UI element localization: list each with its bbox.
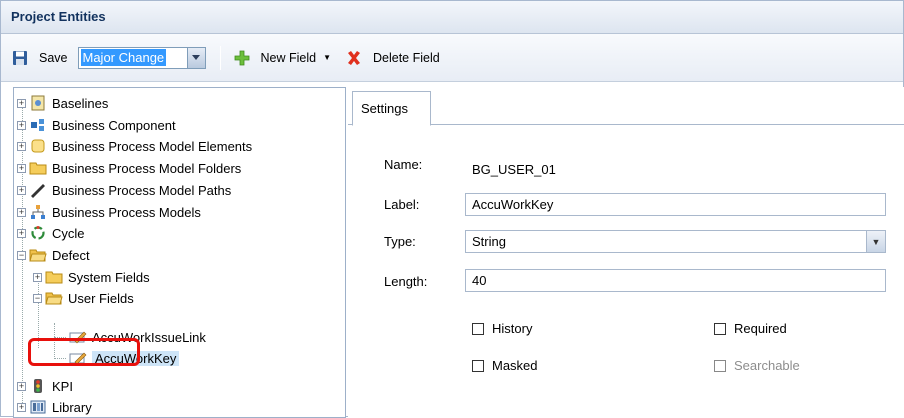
bpm-elements-icon [31,139,45,153]
tree-item-label: Business Process Models [52,204,201,220]
type-value: String [472,234,506,249]
settings-panel: Settings Name: BG_USER_01 Label: AccuWor… [348,87,904,418]
folder-open-icon [45,292,63,305]
expand-icon[interactable]: + [17,163,26,173]
tree-item-label: System Fields [68,269,150,285]
tree-item-system-fields[interactable]: + System Fields [33,267,150,287]
tree-item-bpm-elements[interactable]: + Business Process Model Elements [17,136,252,156]
searchable-checkbox: Searchable [714,358,800,373]
window-title: Project Entities [1,1,903,34]
tree-item-bpm-folders[interactable]: + Business Process Model Folders [17,158,241,178]
delete-field-label: Delete Field [373,50,440,65]
tree-item-label: Business Component [52,117,176,133]
checkbox-box [472,322,484,335]
tab-settings[interactable]: Settings [352,91,431,126]
toolbar: Save Major Change New Field ▼ Delete Fie… [1,34,903,82]
library-icon [30,400,46,414]
length-field[interactable]: 40 [465,269,886,292]
masked-label: Masked [492,358,538,373]
expand-icon[interactable]: + [17,185,26,195]
tree-item-label: Business Process Model Paths [52,182,232,198]
checkbox-box [714,359,726,372]
tree-item-bpm-paths[interactable]: + Business Process Model Paths [17,180,231,200]
kpi-icon [34,379,42,393]
expand-icon[interactable]: + [33,272,42,282]
type-select[interactable]: String ▼ [465,230,886,253]
expand-icon[interactable]: + [17,98,26,108]
new-field-label: New Field [260,50,317,65]
required-checkbox[interactable]: Required [714,321,787,336]
tree-item-bpm-models[interactable]: + Business Process Models [17,202,201,222]
delete-icon [348,50,360,65]
bpm-paths-icon [31,184,45,198]
tree-item-defect[interactable]: − Defect [17,245,90,265]
tree-item-business-component[interactable]: + Business Component [17,115,176,135]
tree-item-label: Defect [52,247,90,263]
history-label: History [492,321,533,336]
folder-icon [45,271,63,284]
delete-field-button[interactable]: Delete Field [345,50,440,66]
project-entities-window: Project Entities Save Major Change New F… [0,0,904,418]
bpm-models-icon [31,205,45,219]
save-label: Save [39,50,68,65]
searchable-label: Searchable [734,358,800,373]
checkbox-box [472,359,484,372]
tree-item-baselines[interactable]: + Baselines [17,93,108,113]
dropdown-caret-icon: ▼ [323,53,331,62]
entity-tree[interactable]: + Baselines + Business Component + Busin… [13,87,346,418]
tree-item-label: Business Process Model Elements [52,138,253,154]
tree-item-label: Baselines [52,95,109,111]
tree-item-cycle[interactable]: + Cycle [17,223,85,243]
tree-item-label: Cycle [52,225,85,241]
expand-icon[interactable]: + [17,402,26,412]
tree-item-label: KPI [52,378,73,394]
collapse-icon[interactable]: − [33,293,42,303]
tree-item-library[interactable]: + Library [17,397,92,417]
label-field[interactable]: AccuWorkKey [465,193,886,216]
business-component-icon [31,119,44,131]
collapse-icon[interactable]: − [17,250,26,260]
tree-item-label: Business Process Model Folders [52,160,242,176]
chevron-down-icon[interactable]: ▼ [866,231,885,252]
expand-icon[interactable]: + [17,141,26,151]
tree-item-label: User Fields [68,290,134,306]
masked-checkbox[interactable]: Masked [472,358,538,373]
expand-icon[interactable]: + [17,228,26,238]
cycle-icon [31,226,45,240]
required-label: Required [734,321,787,336]
toolbar-separator [219,45,221,70]
add-icon [234,50,249,65]
label-label: Label: [384,197,420,212]
tree-item-label: Library [52,399,92,415]
tree-item-kpi[interactable]: + KPI [17,376,73,396]
tab-strip: Settings [348,87,904,126]
tree-item-user-fields[interactable]: − User Fields [33,288,134,308]
history-checkbox[interactable]: History [472,321,532,336]
folder-open-icon [29,249,47,262]
length-label: Length: [384,274,428,289]
expand-icon[interactable]: + [17,381,26,391]
checkbox-box [714,322,726,335]
change-type-select[interactable]: Major Change [77,46,206,69]
save-button[interactable]: Save [11,50,68,66]
type-label: Type: [384,234,416,249]
baselines-icon [31,95,45,111]
chevron-down-icon[interactable] [187,46,206,69]
expand-icon[interactable]: + [17,207,26,217]
change-type-value: Major Change [80,48,167,66]
highlight-annotation [28,338,140,366]
name-value: BG_USER_01 [472,162,556,177]
folder-icon [29,162,47,175]
expand-icon[interactable]: + [17,120,26,130]
new-field-button[interactable]: New Field ▼ [233,50,331,66]
name-label: Name: [384,157,423,172]
save-icon [13,50,27,65]
